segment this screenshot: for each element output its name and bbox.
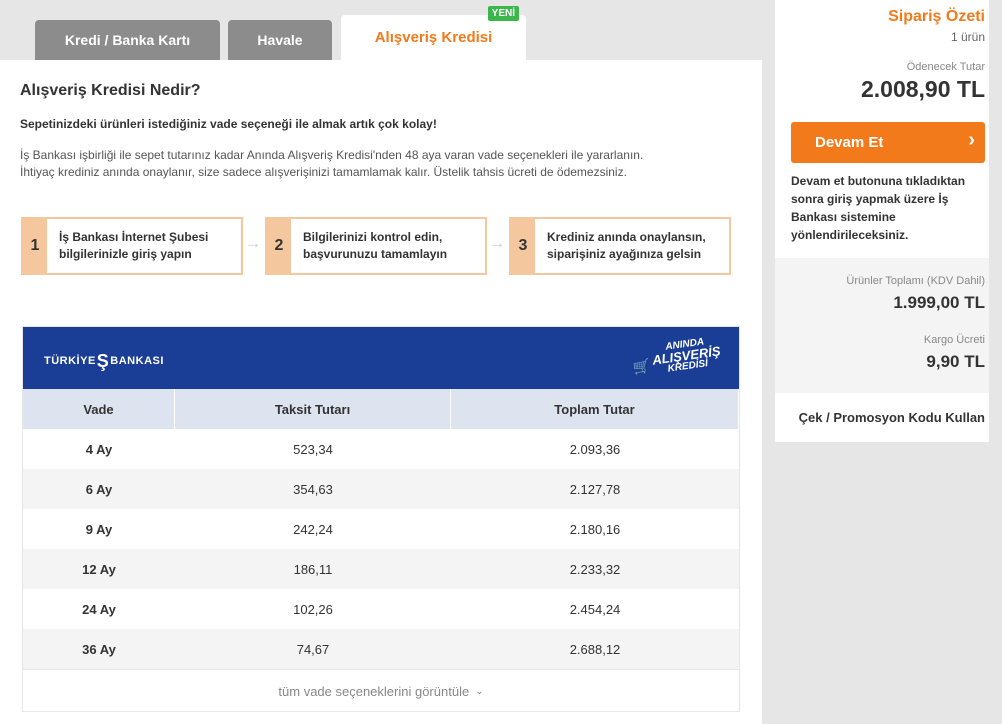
- cell-vade: 24 Ay: [82, 601, 116, 617]
- page-title: Alışveriş Kredisi Nedir?: [20, 82, 201, 99]
- promo-code-label: Çek / Promosyon Kodu Kullan: [798, 410, 985, 425]
- tab-label: Alışveriş Kredisi: [374, 29, 493, 46]
- cell-vade: 12 Ay: [82, 561, 116, 577]
- tab-label: Havale: [257, 32, 303, 48]
- item-count: 1 ürün: [950, 30, 985, 44]
- step-text: Krediniz anında onaylansın, siparişiniz …: [535, 219, 706, 273]
- cell-taksit: 354,63: [293, 481, 333, 497]
- tab-label: Kredi / Banka Kartı: [64, 32, 191, 48]
- step-1: 1 İş Bankası İnternet Şubesi bilgilerini…: [21, 217, 243, 275]
- cell-taksit: 74,67: [296, 641, 330, 657]
- promo-code-link[interactable]: Çek / Promosyon Kodu Kullan: [775, 393, 989, 442]
- step-line: siparişiniz ayağınıza gelsin: [547, 247, 702, 261]
- payable-label: Ödenecek Tutar: [906, 61, 985, 73]
- payable-amount: 2.008,90 TL: [860, 76, 985, 102]
- step-text: İş Bankası İnternet Şubesi bilgilerinizl…: [47, 219, 208, 273]
- arrow-right-icon: →: [245, 235, 261, 252]
- cart-icon: 🛒: [632, 357, 652, 376]
- bank-logo-mark: Ş: [96, 351, 110, 371]
- cell-toplam: 2.688,12: [569, 641, 621, 657]
- table-row: 36 Ay 74,67 2.688,12: [23, 629, 739, 669]
- step-line: Bilgilerinizi kontrol edin,: [303, 230, 443, 244]
- step-line: Krediniz anında onaylansın,: [547, 230, 706, 244]
- cell-vade: 4 Ay: [85, 441, 113, 457]
- redirect-info: Devam et butonuna tıkladıktan sonra giri…: [791, 174, 966, 242]
- cell-vade: 6 Ay: [85, 481, 113, 497]
- table-row: 24 Ay 102,26 2.454,24: [23, 589, 739, 629]
- bank-logo-text: TÜRKİYE: [44, 355, 96, 367]
- show-all-terms-label: tüm vade seçeneklerini görüntüle: [278, 684, 470, 699]
- order-summary: Sipariş Özeti 1 ürün Ödenecek Tutar 2.00…: [775, 0, 989, 442]
- cell-taksit: 523,34: [293, 441, 333, 457]
- cell-toplam: 2.093,36: [569, 441, 621, 457]
- cell-vade: 36 Ay: [82, 641, 116, 657]
- table-row: 4 Ay 523,34 2.093,36: [23, 429, 739, 469]
- chevron-down-icon: ⌄: [475, 686, 484, 697]
- table-header: Vade Taksit Tutarı Toplam Tutar: [23, 389, 739, 429]
- page-description: İş Bankası işbirliği ile sepet tutarınız…: [20, 147, 740, 181]
- cell-toplam: 2.180,16: [569, 521, 621, 537]
- step-line: bilgilerinizle giriş yapın: [59, 247, 192, 261]
- show-all-terms-link[interactable]: tüm vade seçeneklerini görüntüle ⌄: [23, 669, 739, 713]
- bank-logo-text: BANKASI: [110, 355, 164, 367]
- cell-taksit: 102,26: [293, 601, 333, 617]
- cargo-label: Kargo Ücreti: [923, 334, 985, 346]
- products-total-label: Ürünler Toplamı (KDV Dahil): [846, 275, 985, 287]
- col-taksit: Taksit Tutarı: [175, 389, 451, 429]
- step-number: 3: [511, 219, 535, 273]
- instant-credit-logo: 🛒 ANINDA ALIŞVERİŞ KREDİSİ: [632, 334, 723, 376]
- bank-header: TÜRKİYEŞBANKASI 🛒 ANINDA ALIŞVERİŞ KREDİ…: [23, 327, 739, 389]
- tab-havale[interactable]: Havale: [228, 20, 332, 60]
- bank-logo: TÜRKİYEŞBANKASI: [44, 351, 164, 372]
- col-toplam: Toplam Tutar: [451, 389, 739, 429]
- table-body: 4 Ay 523,34 2.093,36 6 Ay 354,63 2.127,78 9 …: [23, 429, 739, 669]
- continue-button[interactable]: Devam Et ›: [791, 122, 985, 163]
- payment-tabs: Kredi / Banka Kartı Havale Alışveriş Kre…: [0, 0, 762, 60]
- arrow-right-icon: →: [489, 235, 505, 252]
- steps: 1 İş Bankası İnternet Şubesi bilgilerini…: [21, 217, 733, 275]
- step-number: 1: [23, 219, 47, 273]
- step-line: İş Bankası İnternet Şubesi: [59, 230, 209, 244]
- tab-shopping-credit[interactable]: Alışveriş Kredisi YENİ: [341, 6, 526, 60]
- products-total: 1.999,00 TL: [893, 293, 985, 312]
- description-line: İhtiyaç krediniz anında onaylanır, size …: [20, 165, 627, 179]
- step-number: 2: [267, 219, 291, 273]
- step-3: 3 Krediniz anında onaylansın, siparişini…: [509, 217, 731, 275]
- main-panel: Alışveriş Kredisi Nedir? Sepetinizdeki ü…: [0, 60, 762, 724]
- chevron-right-icon: ›: [968, 129, 975, 151]
- cell-toplam: 2.233,32: [569, 561, 621, 577]
- summary-title: Sipariş Özeti: [888, 8, 985, 25]
- description-line: İş Bankası işbirliği ile sepet tutarınız…: [20, 148, 644, 162]
- step-text: Bilgilerinizi kontrol edin, başvurunuzu …: [291, 219, 447, 273]
- continue-button-label: Devam Et: [815, 134, 884, 151]
- step-line: başvurunuzu tamamlayın: [303, 247, 448, 261]
- totals-box: Ürünler Toplamı (KDV Dahil) 1.999,00 TL …: [775, 258, 989, 393]
- cell-toplam: 2.454,24: [569, 601, 621, 617]
- step-2: 2 Bilgilerinizi kontrol edin, başvurunuz…: [265, 217, 487, 275]
- cell-taksit: 186,11: [293, 561, 333, 577]
- page-subtitle: Sepetinizdeki ürünleri istediğiniz vade …: [20, 117, 437, 131]
- new-badge: YENİ: [487, 6, 519, 21]
- installment-table: TÜRKİYEŞBANKASI 🛒 ANINDA ALIŞVERİŞ KREDİ…: [22, 326, 740, 712]
- table-row: 9 Ay 242,24 2.180,16: [23, 509, 739, 549]
- cargo-fee: 9,90 TL: [926, 352, 985, 371]
- cell-taksit: 242,24: [293, 521, 333, 537]
- col-vade: Vade: [23, 389, 175, 429]
- cell-vade: 9 Ay: [85, 521, 113, 537]
- table-row: 12 Ay 186,11 2.233,32: [23, 549, 739, 589]
- cell-toplam: 2.127,78: [569, 481, 621, 497]
- tab-credit-card[interactable]: Kredi / Banka Kartı: [35, 20, 220, 60]
- table-row: 6 Ay 354,63 2.127,78: [23, 469, 739, 509]
